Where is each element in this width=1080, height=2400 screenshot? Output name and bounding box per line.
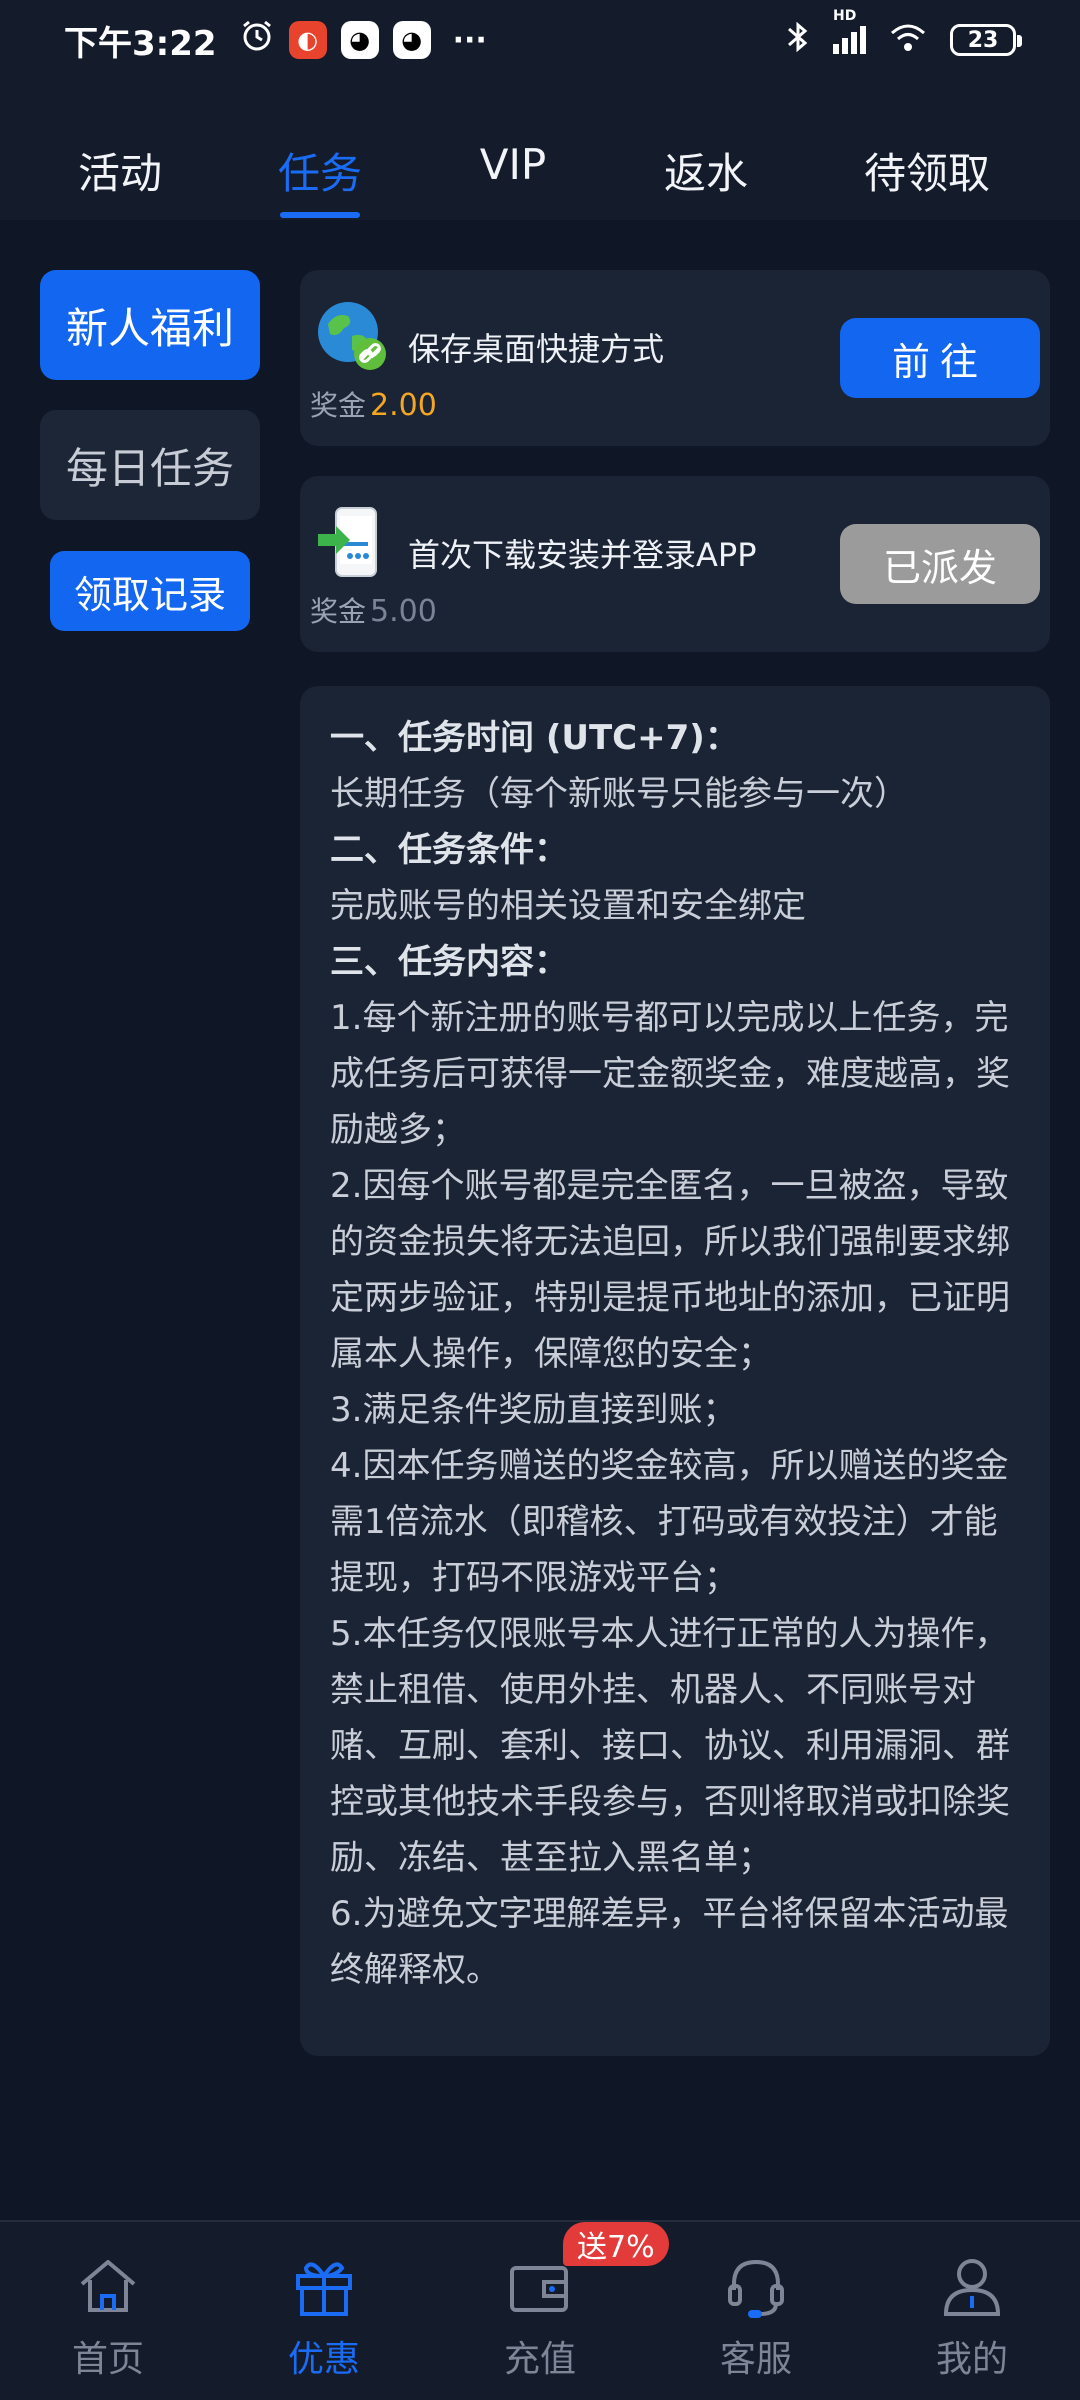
nav-profile[interactable]: 我的 <box>892 2250 1052 2382</box>
nav-label: 客服 <box>719 2339 792 2380</box>
tab-vip[interactable]: VIP <box>480 140 546 189</box>
reward-label: 奖金 <box>310 595 367 628</box>
daily-tasks-button[interactable]: 每日任务 <box>40 410 260 520</box>
nav-recharge[interactable]: 充值 <box>460 2250 620 2382</box>
battery-level: 23 <box>967 27 999 53</box>
nav-label: 充值 <box>503 2339 576 2380</box>
task-card: 首次下载安装并登录APP 奖金 5.00 已派发 <box>300 476 1050 652</box>
tab-rebate[interactable]: 返水 <box>664 140 748 201</box>
battery-icon: 23 <box>950 24 1022 56</box>
dispatched-button[interactable]: 已派发 <box>840 524 1040 604</box>
user-icon <box>936 2250 1008 2326</box>
reward-amount: 2.00 <box>370 388 437 423</box>
rules-text: 长期任务（每个新账号只能参与一次） <box>330 774 908 814</box>
signal-icon: HD <box>833 8 866 54</box>
network-type: HD <box>833 8 857 24</box>
more-notifications-icon: ··· <box>452 22 487 58</box>
reward-label: 奖金 <box>310 389 367 422</box>
rules-item: 4.因本任务赠送的奖金较高，所以赠送的奖金需1倍流水（即稽核、打码或有效投注）才… <box>330 1446 1009 1598</box>
rules-heading-time: 一、任务时间 (UTC+7)： <box>330 718 739 758</box>
task-card: 保存桌面快捷方式 奖金 2.00 前往 <box>300 270 1050 446</box>
rules-item: 2.因每个账号都是完全匿名，一旦被盗，导致的资金损失将无法追回，所以我们强制要求… <box>330 1166 1010 1374</box>
active-tab-indicator <box>280 212 360 218</box>
alarm-icon <box>239 18 275 63</box>
newbie-benefits-button[interactable]: 新人福利 <box>40 270 260 380</box>
rules-item: 3.满足条件奖励直接到账； <box>330 1390 737 1430</box>
task-reward: 奖金 5.00 <box>310 590 437 630</box>
nav-customer-service[interactable]: 客服 <box>676 2250 836 2382</box>
rules-item: 6.为避免文字理解差异，平台将保留本活动最终解释权。 <box>330 1894 1009 1990</box>
top-tab-bar: 活动 任务 VIP 返水 待领取 <box>0 80 1080 220</box>
promo-badge: 送7% <box>563 2222 669 2266</box>
rules-item: 5.本任务仅限账号本人进行正常的人为操作，禁止租借、使用外挂、机器人、不同账号对… <box>330 1614 1010 1878</box>
task-title: 首次下载安装并登录APP <box>408 536 757 574</box>
reward-amount: 5.00 <box>370 594 437 629</box>
tab-pending[interactable]: 待领取 <box>864 140 990 201</box>
rules-text: 完成账号的相关设置和安全绑定 <box>330 886 806 926</box>
globe-link-icon <box>314 298 390 374</box>
wifi-icon <box>888 21 928 60</box>
rules-heading-conditions: 二、任务条件： <box>330 830 568 870</box>
phone-download-icon <box>314 504 390 580</box>
nav-label: 首页 <box>71 2339 144 2380</box>
rules-heading-content: 三、任务内容： <box>330 942 568 982</box>
go-button[interactable]: 前往 <box>840 318 1040 398</box>
rules-panel: 一、任务时间 (UTC+7)： 长期任务（每个新账号只能参与一次） 二、任务条件… <box>300 686 1050 2056</box>
task-reward: 奖金 2.00 <box>310 384 437 424</box>
gift-icon <box>288 2250 360 2326</box>
app-notification-icon: ◐ <box>288 21 327 59</box>
nav-label: 我的 <box>935 2339 1008 2380</box>
bottom-nav: 首页 优惠 充值 客服 我的 <box>0 2220 1080 2400</box>
headset-icon <box>720 2250 792 2326</box>
bluetooth-icon <box>785 19 811 62</box>
tab-activity[interactable]: 活动 <box>78 140 162 201</box>
tab-tasks[interactable]: 任务 <box>278 140 362 201</box>
status-bar: 下午3:22 ◐ ◕ ◕ ··· HD 23 <box>0 0 1080 80</box>
nav-promotions[interactable]: 优惠 <box>244 2250 404 2382</box>
rules-item: 1.每个新注册的账号都可以完成以上任务，完成任务后可获得一定金额奖金，难度越高，… <box>330 998 1010 1150</box>
nav-home[interactable]: 首页 <box>28 2250 188 2382</box>
nav-label: 优惠 <box>287 2339 360 2380</box>
home-icon <box>72 2250 144 2326</box>
qq-icon: ◕ <box>340 21 379 59</box>
status-time: 下午3:22 <box>64 23 217 64</box>
task-title: 保存桌面快捷方式 <box>408 330 665 368</box>
qq-icon-2: ◕ <box>392 21 431 59</box>
claim-record-button[interactable]: 领取记录 <box>50 551 250 631</box>
